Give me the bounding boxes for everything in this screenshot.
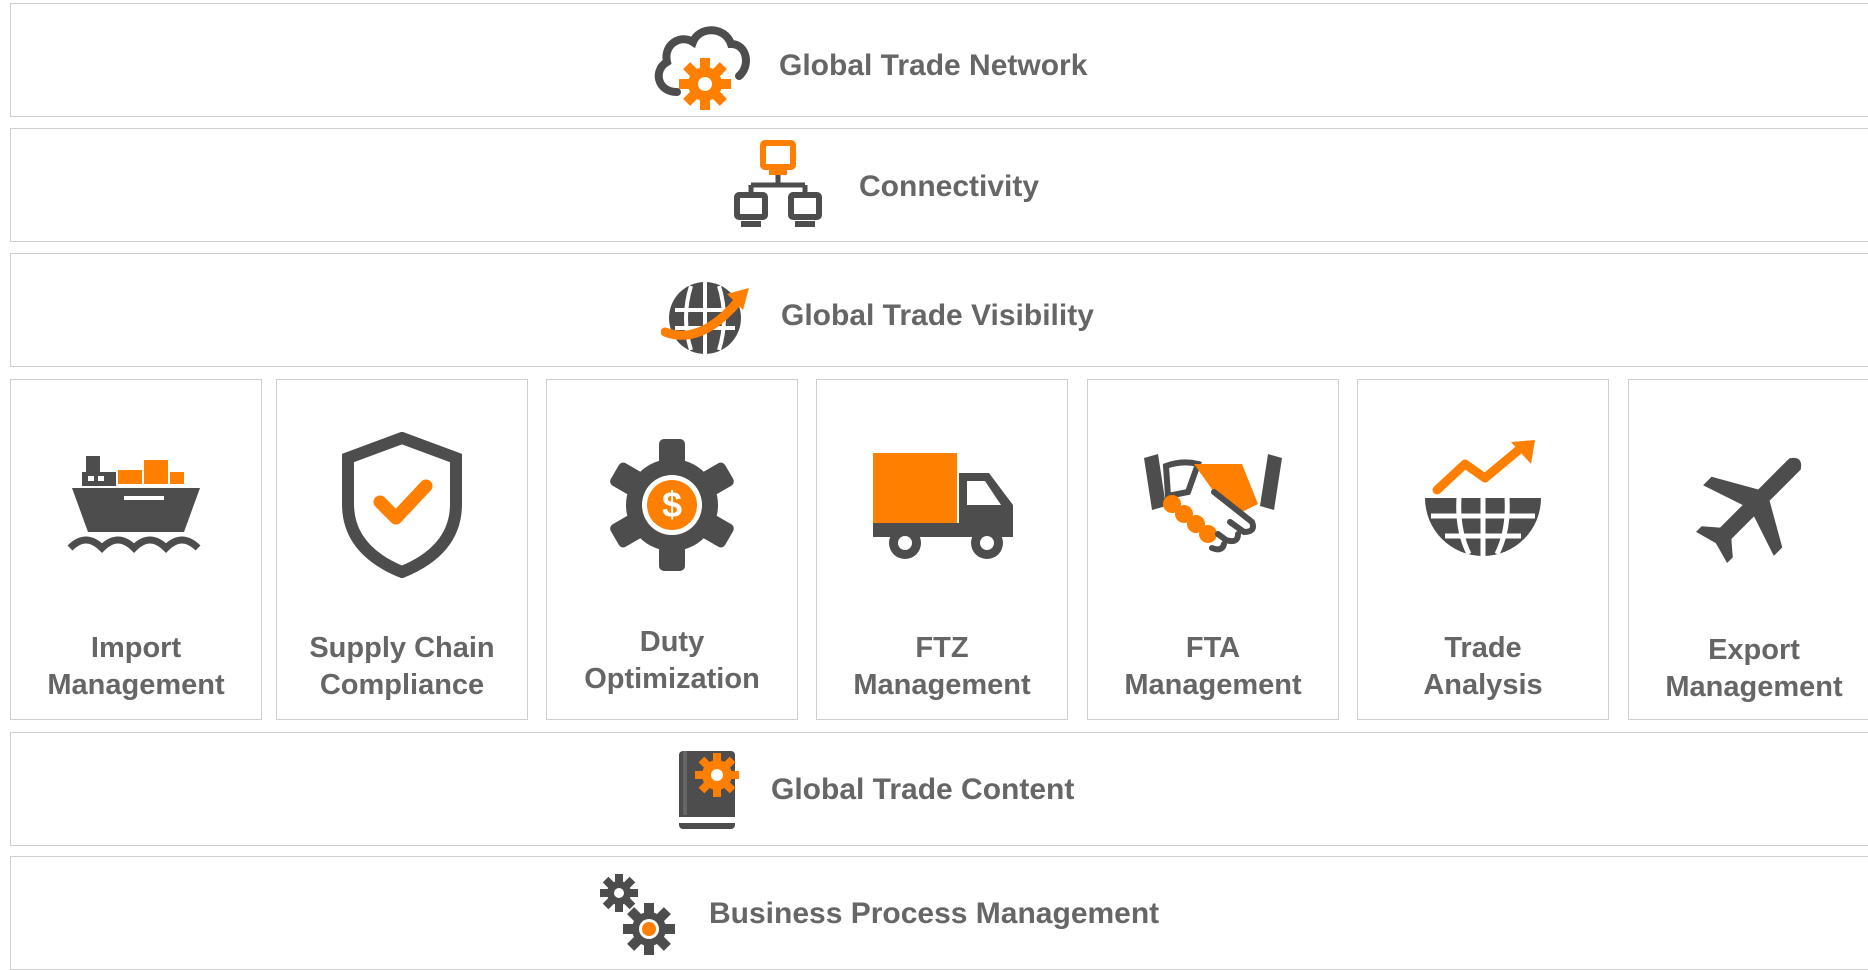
module-label-line2: Compliance (319, 669, 485, 701)
band-business-process-management: Business Process Management (10, 856, 1868, 970)
book-gear-icon (677, 747, 741, 833)
band-label: Global Trade Network (779, 49, 1088, 82)
band-label: Global Trade Visibility (781, 299, 1094, 332)
airplane-icon (1687, 438, 1821, 572)
truck-icon (867, 449, 1017, 561)
handshake-icon (1138, 452, 1288, 558)
gear-dollar-icon: $ (604, 437, 740, 573)
module-tile-export-management: Export Management (1628, 379, 1868, 720)
module-tile-ftz-management: FTZ Management (816, 379, 1068, 720)
module-label-line1: FTZ (915, 632, 969, 664)
module-tile-trade-analysis: Trade Analysis (1357, 379, 1609, 720)
module-tile-duty-optimization: $ Duty Optimization (546, 379, 798, 720)
module-label-line2: Management (47, 669, 225, 701)
module-label-line2: Analysis (1423, 669, 1543, 701)
module-label-line2: Optimization (584, 663, 760, 695)
module-label-line2: Management (1124, 669, 1302, 701)
cloud-gear-icon (647, 20, 751, 112)
band-label: Business Process Management (709, 897, 1160, 930)
network-computers-icon (729, 139, 829, 235)
module-label-line2: Management (853, 669, 1031, 701)
svg-text:$: $ (662, 484, 682, 525)
globe-arrow-icon (661, 270, 753, 362)
cargo-ship-icon (66, 450, 206, 560)
band-label: Connectivity (859, 170, 1040, 203)
module-label-line1: Trade (1444, 632, 1522, 664)
band-global-trade-visibility: Global Trade Visibility (10, 253, 1868, 367)
band-label: Global Trade Content (771, 773, 1075, 806)
module-tile-fta-management: FTA Management (1087, 379, 1339, 720)
module-label-line1: Supply Chain (309, 632, 495, 664)
module-label-line1: Export (1708, 634, 1800, 666)
module-label-line1: Import (90, 632, 182, 664)
gears-icon (597, 871, 677, 957)
module-tile-import-management: Import Management (10, 379, 262, 720)
globe-trend-icon (1419, 438, 1547, 572)
band-global-trade-network: Global Trade Network (10, 3, 1868, 117)
module-tile-supply-chain-compliance: Supply Chain Compliance (276, 379, 528, 720)
module-label-line1: FTA (1185, 632, 1241, 664)
module-label-line2: Management (1665, 671, 1843, 703)
shield-check-icon (340, 432, 464, 578)
module-label-line1: Duty (639, 626, 705, 658)
band-global-trade-content: Global Trade Content (10, 732, 1868, 846)
band-connectivity: Connectivity (10, 128, 1868, 242)
